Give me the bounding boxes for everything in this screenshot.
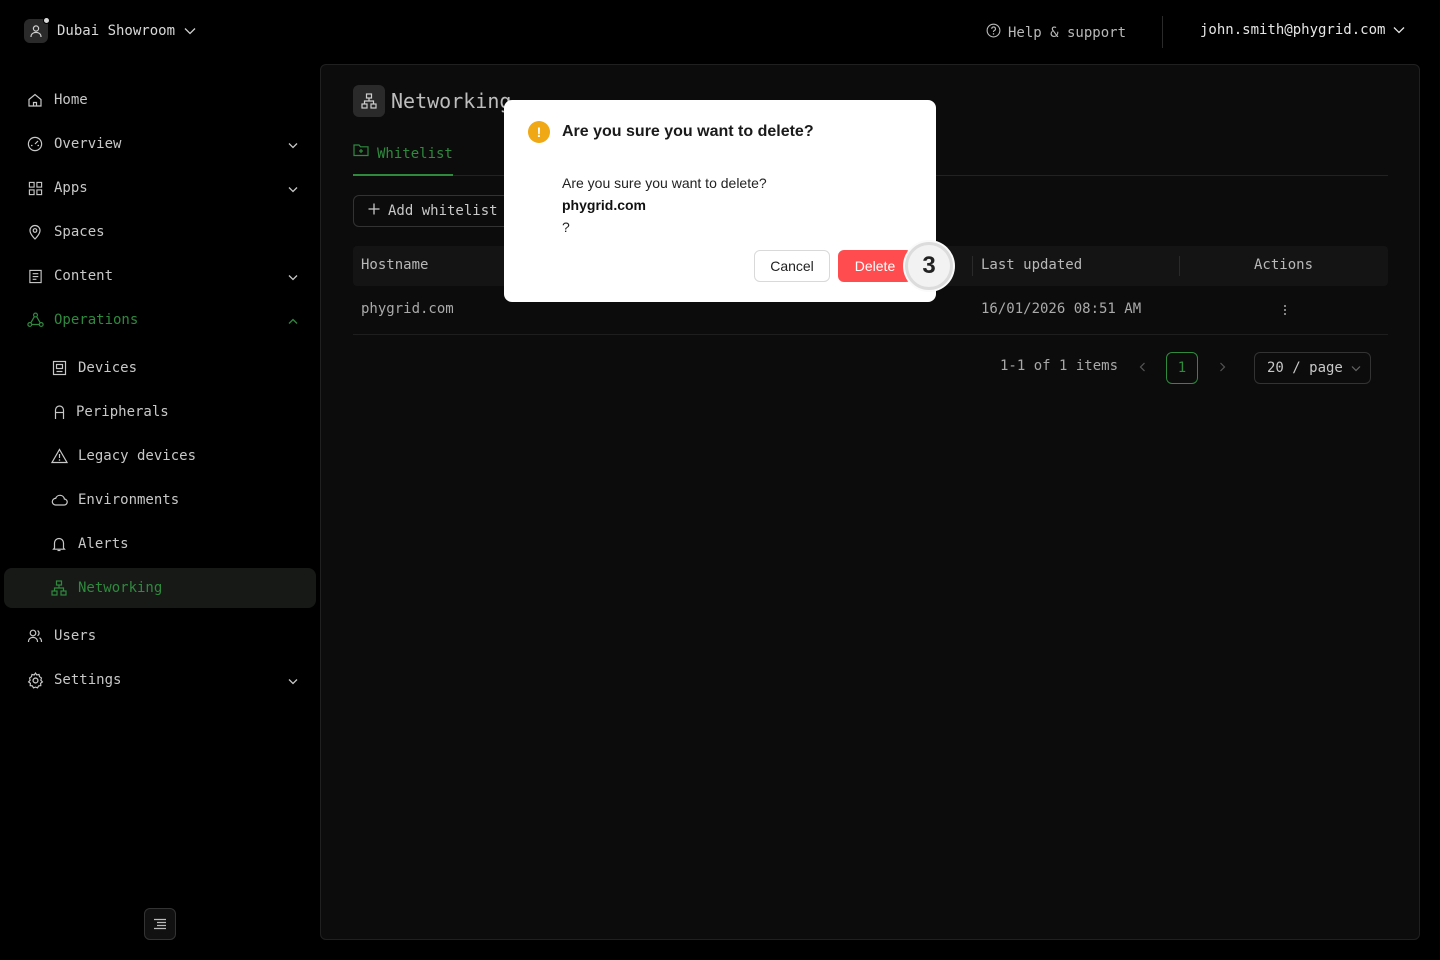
add-whitelist-label: Add whitelist	[388, 203, 498, 219]
dashboard-icon	[26, 135, 44, 153]
apps-grid-icon	[26, 179, 44, 197]
org-avatar	[24, 17, 50, 43]
pagination-total: 1-1 of 1 items	[1000, 358, 1119, 374]
sidebar-item-label: Environments	[78, 492, 180, 508]
location-pin-icon	[26, 223, 44, 241]
sidebar-item-label: Settings	[54, 672, 122, 688]
folder-icon	[353, 143, 369, 161]
sidebar-item-peripherals[interactable]: Peripherals	[4, 392, 316, 432]
sidebar-item-spaces[interactable]: Spaces	[4, 212, 316, 252]
sidebar-item-apps[interactable]: Apps	[4, 168, 316, 208]
dialog-message: Are you sure you want to delete?	[562, 175, 767, 191]
sidebar-item-home[interactable]: Home	[4, 80, 316, 120]
user-menu[interactable]: john.smith@phygrid.com	[1200, 22, 1405, 38]
row-actions-menu-icon[interactable]	[1281, 300, 1289, 320]
sidebar-item-legacy-devices[interactable]: Legacy devices	[4, 436, 316, 476]
chevron-down-icon	[1351, 360, 1361, 376]
sidebar-item-label: Legacy devices	[78, 448, 197, 464]
user-icon	[30, 25, 42, 38]
menu-collapse-icon	[153, 915, 167, 934]
help-support-link[interactable]: Help & support	[986, 23, 1126, 42]
sidebar-item-label: Networking	[78, 580, 163, 596]
sidebar-item-devices[interactable]: Devices	[4, 348, 316, 388]
gear-icon	[26, 671, 44, 689]
home-icon	[26, 91, 44, 109]
chevron-down-icon	[184, 27, 196, 35]
sidebar-item-label: Overview	[54, 136, 122, 152]
plus-icon	[368, 203, 380, 219]
column-divider	[1179, 256, 1180, 276]
column-header-last-updated[interactable]: Last updated	[981, 257, 1082, 273]
device-icon	[50, 359, 68, 377]
sidebar-item-overview[interactable]: Overview	[4, 124, 316, 164]
dialog-item-name: phygrid.com	[562, 197, 647, 213]
org-name: Dubai Showroom	[57, 23, 176, 39]
column-divider	[972, 256, 973, 276]
sidebar-item-settings[interactable]: Settings	[4, 660, 316, 700]
dialog-message-suffix: ?	[562, 219, 570, 235]
page-header: Networking	[353, 85, 511, 117]
column-header-hostname[interactable]: Hostname	[361, 257, 428, 273]
page-size-select[interactable]: 20 / page	[1254, 352, 1371, 384]
chevron-down-icon	[288, 137, 298, 153]
network-icon	[353, 85, 385, 117]
page-number-button[interactable]: 1	[1166, 352, 1198, 384]
warning-icon	[50, 447, 68, 465]
delete-button[interactable]: Delete	[838, 250, 912, 282]
org-status-dot	[43, 17, 50, 24]
bell-icon	[50, 535, 68, 553]
sidebar-item-networking[interactable]: Networking	[4, 568, 316, 608]
operations-icon	[26, 311, 44, 329]
cell-hostname: phygrid.com	[361, 301, 454, 317]
cell-last-updated: 16/01/2026 08:51 AM	[981, 301, 1142, 317]
cancel-button[interactable]: Cancel	[754, 250, 830, 282]
network-icon	[50, 579, 68, 597]
sidebar-item-operations[interactable]: Operations	[4, 300, 316, 340]
tab-label: Whitelist	[377, 146, 453, 162]
pagination: 1-1 of 1 items 1 20 / page	[321, 352, 1421, 384]
sidebar-item-label: Apps	[54, 180, 88, 196]
sidebar-item-label: Users	[54, 628, 97, 644]
cloud-icon	[50, 491, 68, 509]
page-size-value: 20 / page	[1267, 360, 1343, 376]
sidebar-item-label: Peripherals	[76, 404, 169, 420]
delete-confirm-dialog: ! Are you sure you want to delete? Are y…	[504, 100, 936, 302]
help-support-label: Help & support	[1008, 24, 1127, 41]
chevron-up-icon	[288, 313, 298, 329]
sidebar-item-alerts[interactable]: Alerts	[4, 524, 316, 564]
help-icon	[986, 23, 1001, 42]
chevron-down-icon	[288, 181, 298, 197]
users-icon	[26, 627, 44, 645]
page-title: Networking	[391, 89, 512, 113]
tab-whitelist[interactable]: Whitelist	[353, 141, 453, 176]
chevron-down-icon	[288, 673, 298, 689]
sidebar-item-label: Operations	[54, 312, 139, 328]
sidebar-item-label: Alerts	[78, 536, 129, 552]
sidebar-item-content[interactable]: Content	[4, 256, 316, 296]
collapse-sidebar-button[interactable]	[144, 908, 176, 940]
sidebar-item-users[interactable]: Users	[4, 616, 316, 656]
org-switcher[interactable]: Dubai Showroom	[24, 17, 196, 43]
chevron-right-icon[interactable]	[1214, 359, 1230, 375]
sidebar-item-label: Devices	[78, 360, 138, 376]
user-email: john.smith@phygrid.com	[1200, 22, 1386, 38]
dialog-title: Are you sure you want to delete?	[562, 123, 814, 140]
topbar-divider	[1162, 16, 1163, 48]
column-header-actions: Actions	[1254, 257, 1314, 273]
step-number-badge: 3	[905, 242, 953, 290]
exclamation-icon: !	[528, 121, 550, 143]
sidebar-item-label: Spaces	[54, 224, 105, 240]
sidebar-item-label: Home	[54, 92, 88, 108]
add-whitelist-button[interactable]: Add whitelist	[353, 195, 523, 227]
chevron-down-icon	[1393, 22, 1405, 38]
content-icon	[26, 267, 44, 285]
sidebar-item-environments[interactable]: Environments	[4, 480, 316, 520]
chevron-left-icon[interactable]	[1134, 359, 1150, 375]
sidebar-item-label: Content	[54, 268, 114, 284]
peripheral-icon	[50, 403, 68, 421]
chevron-down-icon	[288, 269, 298, 285]
